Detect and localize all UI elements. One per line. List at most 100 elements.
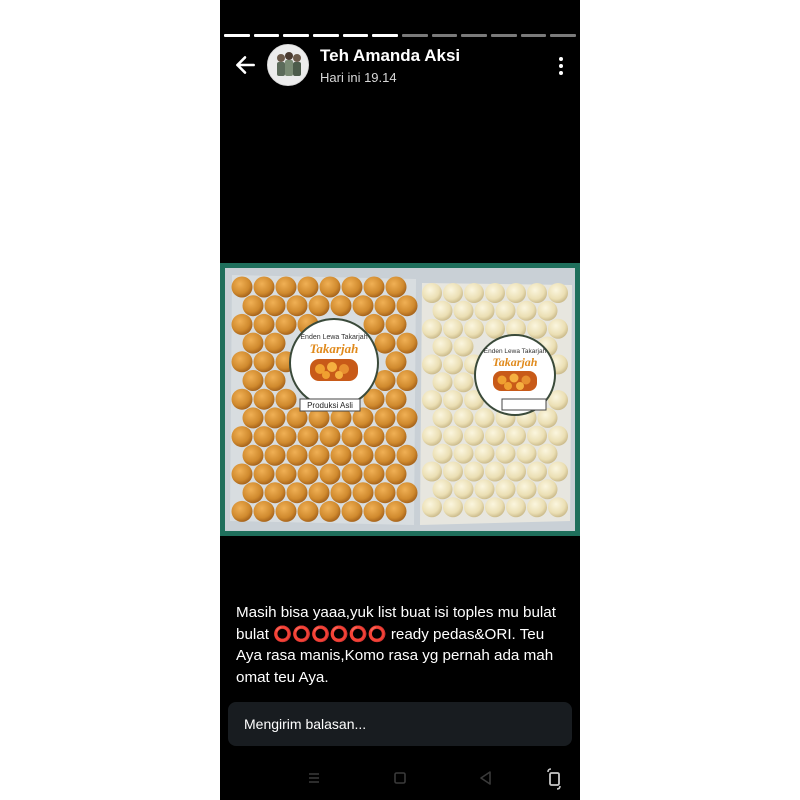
arrow-left-icon[interactable] (232, 52, 258, 78)
snack-ball (275, 426, 297, 448)
snack-ball (319, 426, 341, 448)
avatar-photo (268, 45, 308, 85)
story-timestamp: Hari ini 19.14 (320, 70, 397, 85)
snack-ball (537, 443, 558, 464)
snack-ball (443, 390, 463, 411)
snack-ball (506, 497, 526, 518)
label-brand-text-right: Takarjah (493, 355, 538, 369)
snack-ball (264, 332, 286, 354)
snack-ball (432, 479, 453, 500)
triangle-back-icon[interactable] (474, 764, 498, 792)
snack-ball (443, 283, 463, 303)
snack-ball (548, 425, 568, 446)
progress-segment (253, 34, 280, 37)
snack-ball (474, 407, 495, 428)
snack-ball (363, 500, 385, 522)
snack-ball (253, 351, 275, 373)
progress-segment (431, 34, 458, 37)
label-arc-text: Enden Lewa Takarjah (300, 334, 367, 341)
snack-ball (374, 444, 396, 466)
snack-ball (253, 500, 275, 522)
snack-ball (374, 295, 396, 317)
product-label-left: Enden Lewa Takarjah Takarjah (289, 318, 379, 408)
snack-ball (308, 295, 330, 317)
snack-ball (264, 482, 286, 504)
snack-ball (341, 500, 363, 522)
rotate-icon[interactable] (542, 764, 566, 792)
snack-ball (443, 425, 463, 446)
avatar[interactable] (267, 44, 309, 86)
snack-ball (374, 332, 396, 354)
snack-ball (537, 479, 558, 500)
snack-ball (253, 388, 275, 410)
story-photo: Enden Lewa Takarjah Takarjah Produksi As… (220, 263, 580, 536)
snack-ball (341, 426, 363, 448)
snack-ball (495, 443, 516, 464)
snack-ball (443, 461, 463, 482)
snack-ball (231, 388, 253, 410)
snack-ball (231, 500, 253, 522)
snack-ball (422, 390, 442, 411)
snack-ball (422, 461, 442, 482)
snack-ball (385, 313, 407, 335)
snack-ball (443, 318, 463, 339)
snack-ball (453, 300, 474, 321)
label-brand-text: Takarjah (310, 341, 359, 356)
snack-ball (231, 276, 253, 298)
snack-ball (275, 388, 297, 410)
snack-ball (516, 300, 537, 321)
menu-icon[interactable] (302, 764, 326, 792)
snack-ball (253, 276, 275, 298)
snack-ball (422, 497, 442, 518)
snack-ball (422, 425, 442, 446)
snack-ball (396, 482, 418, 504)
snack-ball (527, 497, 547, 518)
snack-ball (464, 425, 484, 446)
snack-ball (385, 426, 407, 448)
story-progress-bar (224, 34, 577, 37)
snack-ball (396, 332, 418, 354)
reply-input[interactable]: Mengirim balasan... (228, 702, 572, 746)
snack-ball (352, 482, 374, 504)
progress-segment (402, 34, 428, 37)
snack-ball (297, 500, 319, 522)
snack-ball (396, 370, 418, 391)
snack-ball (422, 354, 442, 375)
snack-ball (385, 351, 407, 373)
snack-ball (308, 482, 330, 504)
snack-ball (485, 318, 505, 339)
snack-ball (253, 313, 275, 335)
snack-ball (474, 300, 495, 321)
snack-ball (516, 479, 537, 500)
snack-ball (474, 443, 495, 464)
snack-ball (516, 443, 537, 464)
snack-ball (396, 444, 418, 466)
snack-ball (297, 276, 319, 298)
snack-ball (319, 276, 341, 298)
square-icon[interactable] (388, 764, 412, 792)
snack-ball (396, 407, 418, 429)
snack-ball (264, 370, 286, 391)
snack-ball (464, 283, 484, 303)
snack-ball (464, 318, 484, 339)
snack-ball (485, 497, 505, 518)
snack-ball (231, 313, 253, 335)
snack-ball (330, 482, 352, 504)
snack-ball (231, 426, 253, 448)
contact-name[interactable]: Teh Amanda Aksi (320, 46, 460, 66)
snack-ball (275, 500, 297, 522)
snack-ball (352, 295, 374, 317)
progress-segment (461, 34, 488, 37)
progress-segment (372, 34, 399, 37)
snack-ball (264, 444, 286, 466)
snack-ball (537, 300, 558, 321)
snack-ball (297, 463, 319, 485)
snack-ball (242, 444, 264, 466)
snack-ball (374, 407, 396, 429)
snack-ball (385, 388, 407, 410)
snack-ball (453, 336, 474, 357)
more-vertical-icon[interactable] (556, 55, 566, 77)
snack-ball (253, 463, 275, 485)
snack-ball (385, 500, 407, 522)
snack-ball (319, 500, 341, 522)
